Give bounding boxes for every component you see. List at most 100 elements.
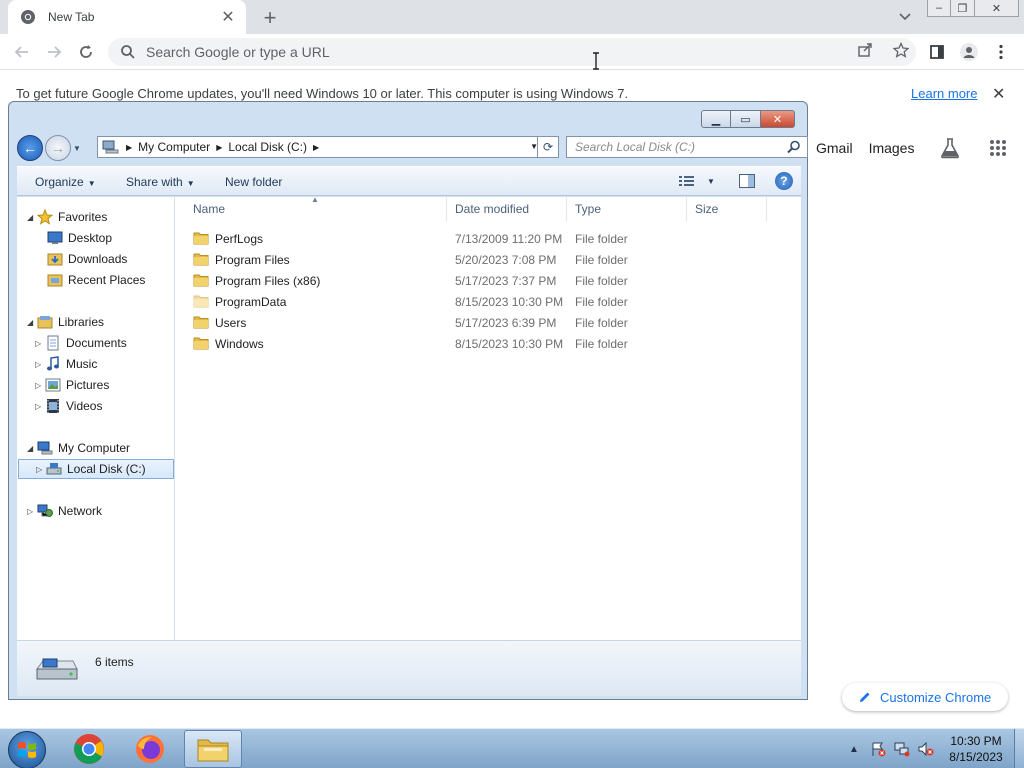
forward-button[interactable] xyxy=(42,40,66,64)
action-center-flag-icon[interactable] xyxy=(870,741,886,757)
column-header-name[interactable]: Name xyxy=(185,197,447,221)
nav-videos[interactable]: ▷ Videos xyxy=(35,396,102,416)
browser-toolbar: Search Google or type a URL xyxy=(0,34,1024,70)
address-bar[interactable]: ▶ My Computer ▶ Local Disk (C:) ▶ ▼ xyxy=(97,136,543,158)
nav-libraries[interactable]: ◢ Libraries xyxy=(27,312,104,332)
omnibox[interactable]: Search Google or type a URL xyxy=(108,38,916,66)
preview-pane-icon[interactable] xyxy=(738,174,755,188)
restore-window-icon[interactable]: ❐ xyxy=(951,0,975,17)
infobar-close-icon[interactable]: ✕ xyxy=(992,84,1005,104)
view-options-icon[interactable]: ▼ xyxy=(679,175,715,187)
refresh-icon[interactable]: ⟳ xyxy=(537,136,559,158)
file-row[interactable]: PerfLogs 7/13/2009 11:20 PM File folder xyxy=(175,228,795,249)
tab-new-tab[interactable]: New Tab ✕ xyxy=(8,0,246,34)
chrome-favicon-icon xyxy=(21,10,35,24)
column-header-type[interactable]: Type xyxy=(567,197,687,221)
nav-network[interactable]: ▷ Network xyxy=(27,501,102,521)
kebab-menu-icon[interactable] xyxy=(990,41,1012,63)
file-row[interactable]: Windows 8/15/2023 10:30 PM File folder xyxy=(175,333,795,354)
expand-icon[interactable]: ▷ xyxy=(35,381,45,390)
collapse-icon[interactable]: ◢ xyxy=(27,213,37,222)
breadcrumb-local-disk[interactable]: Local Disk (C:) xyxy=(228,140,307,154)
nav-favorites-label: Favorites xyxy=(58,210,108,224)
nav-desktop-label: Desktop xyxy=(68,231,113,245)
expand-icon[interactable]: ▷ xyxy=(27,507,37,516)
nav-my-computer[interactable]: ◢ My Computer xyxy=(27,438,130,458)
folder-icon xyxy=(193,232,209,245)
explorer-minimize-icon[interactable]: ▁ xyxy=(701,110,731,128)
nav-pictures[interactable]: ▷ Pictures xyxy=(35,375,109,395)
help-icon[interactable]: ? xyxy=(774,172,793,190)
breadcrumb-my-computer[interactable]: My Computer xyxy=(138,140,210,154)
file-row[interactable]: Program Files 5/20/2023 7:08 PM File fol… xyxy=(175,249,795,270)
recent-pages-dropdown-icon[interactable]: ▼ xyxy=(73,144,81,153)
explorer-close-icon[interactable]: ✕ xyxy=(761,110,795,128)
show-desktop-button[interactable] xyxy=(1014,729,1024,768)
nav-favorites[interactable]: ◢ Favorites xyxy=(27,207,107,227)
apps-grid-icon[interactable] xyxy=(986,136,1010,160)
computer-icon xyxy=(102,140,119,154)
file-name: ProgramData xyxy=(215,295,287,309)
gmail-link[interactable]: Gmail xyxy=(816,140,853,156)
windows-logo-icon xyxy=(18,742,36,758)
system-tray: ▲ 10:30 PM 8/15/2023 xyxy=(842,729,1024,768)
new-folder-button[interactable]: New folder xyxy=(225,175,282,189)
nav-libraries-label: Libraries xyxy=(58,315,105,329)
organize-button[interactable]: Organize ▼ xyxy=(35,175,96,189)
expand-icon[interactable]: ▷ xyxy=(35,360,45,369)
documents-icon xyxy=(45,335,61,351)
explorer-maximize-icon[interactable]: ▭ xyxy=(731,110,761,128)
file-row[interactable]: ProgramData 8/15/2023 10:30 PM File fold… xyxy=(175,291,795,312)
taskbar-chrome[interactable] xyxy=(60,730,118,768)
expand-icon[interactable]: ▷ xyxy=(36,465,46,474)
explorer-back-button[interactable]: ← xyxy=(17,135,43,161)
reload-button[interactable] xyxy=(74,40,98,64)
column-header-date[interactable]: Date modified xyxy=(447,197,567,221)
nav-downloads[interactable]: Downloads xyxy=(47,249,127,269)
nav-network-label: Network xyxy=(58,504,103,518)
nav-local-disk[interactable]: ▷ Local Disk (C:) xyxy=(18,459,174,479)
close-window-icon[interactable]: ✕ xyxy=(975,0,1019,17)
nav-documents[interactable]: ▷ Documents xyxy=(35,333,127,353)
taskbar-explorer[interactable] xyxy=(184,730,242,768)
back-button[interactable] xyxy=(10,40,34,64)
profile-avatar-icon[interactable] xyxy=(958,41,980,63)
network-status-icon[interactable] xyxy=(894,741,910,757)
collapse-icon[interactable]: ◢ xyxy=(27,318,37,327)
clock[interactable]: 10:30 PM 8/15/2023 xyxy=(938,733,1014,765)
libraries-icon xyxy=(37,314,53,330)
file-row[interactable]: Program Files (x86) 5/17/2023 7:37 PM Fi… xyxy=(175,270,795,291)
explorer-titlebar[interactable]: ▁ ▭ ✕ xyxy=(9,102,807,132)
tab-search-chevron-icon[interactable] xyxy=(894,6,916,28)
labs-flask-icon[interactable] xyxy=(938,136,962,160)
column-header-size[interactable]: Size xyxy=(687,197,767,221)
file-row[interactable]: Users 5/17/2023 6:39 PM File folder xyxy=(175,312,795,333)
side-panel-icon[interactable] xyxy=(926,41,948,63)
bookmark-star-icon[interactable] xyxy=(890,39,912,61)
minimize-window-icon[interactable]: – xyxy=(927,0,951,17)
show-hidden-icons-icon[interactable]: ▲ xyxy=(846,741,862,757)
file-list-pane: ▲ Name Date modified Type Size PerfLogs … xyxy=(175,195,801,640)
start-button[interactable] xyxy=(8,731,46,768)
file-name: Program Files xyxy=(215,253,290,267)
explorer-search-input[interactable]: Search Local Disk (C:) xyxy=(566,136,808,158)
customize-chrome-button[interactable]: Customize Chrome xyxy=(842,683,1008,711)
share-icon[interactable] xyxy=(854,39,876,61)
expand-icon[interactable]: ▷ xyxy=(35,339,45,348)
explorer-forward-button[interactable]: → xyxy=(45,135,71,161)
infobar-message: To get future Google Chrome updates, you… xyxy=(16,86,629,101)
explorer-search-placeholder: Search Local Disk (C:) xyxy=(575,140,696,154)
nav-desktop[interactable]: Desktop xyxy=(47,228,112,248)
nav-recent-places[interactable]: Recent Places xyxy=(47,270,145,290)
collapse-icon[interactable]: ◢ xyxy=(27,444,37,453)
images-link[interactable]: Images xyxy=(869,140,915,156)
nav-music[interactable]: ▷ Music xyxy=(35,354,97,374)
expand-icon[interactable]: ▷ xyxy=(35,402,45,411)
learn-more-link[interactable]: Learn more xyxy=(911,86,977,101)
share-with-button[interactable]: Share with ▼ xyxy=(126,175,195,189)
tab-close-icon[interactable]: ✕ xyxy=(220,9,236,26)
file-type: File folder xyxy=(575,316,628,330)
taskbar-firefox[interactable] xyxy=(121,730,179,768)
new-tab-button[interactable]: + xyxy=(258,5,282,30)
volume-muted-icon[interactable] xyxy=(918,741,934,757)
